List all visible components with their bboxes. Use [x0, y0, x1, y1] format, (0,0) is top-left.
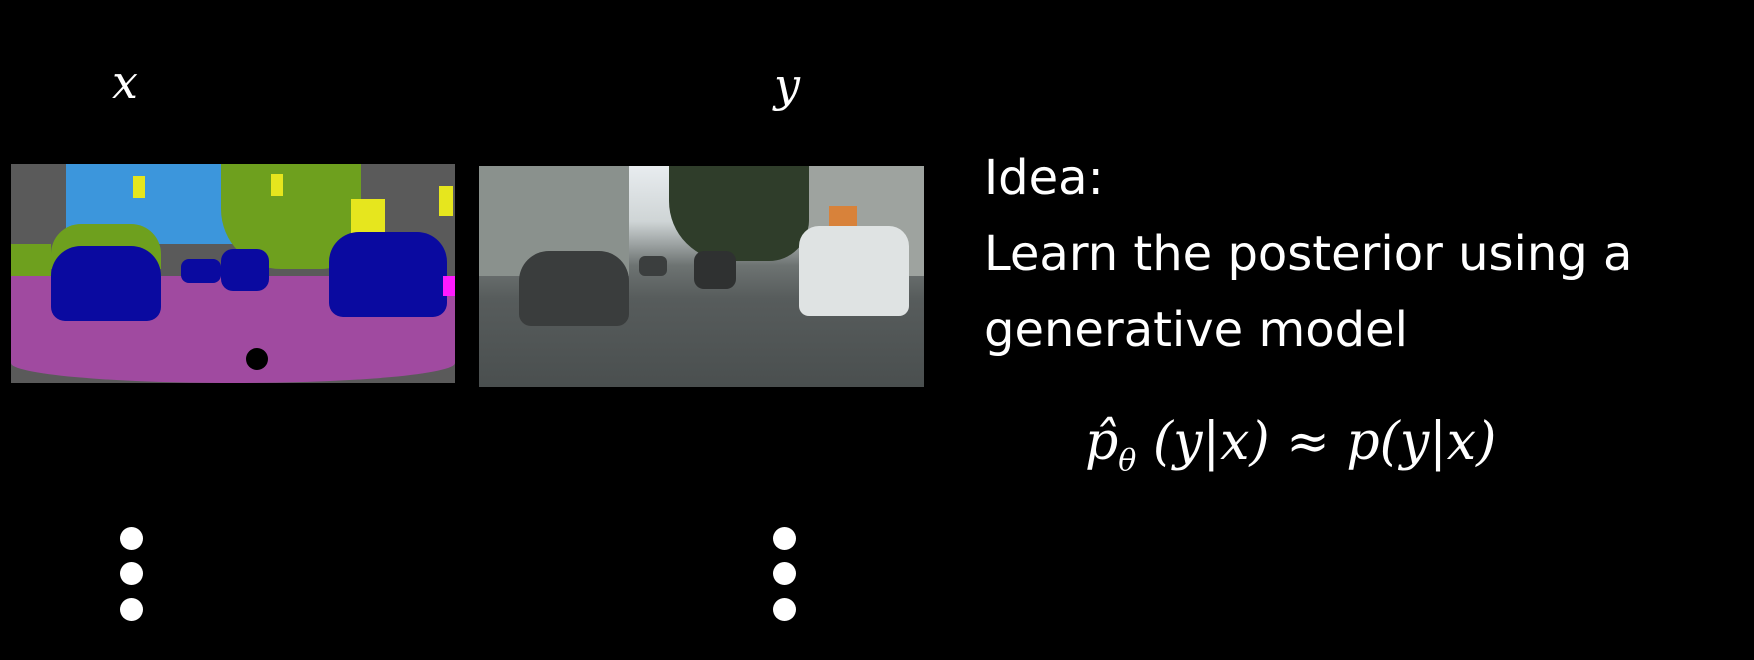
segmentation-map-image	[11, 164, 455, 383]
idea-heading: Idea:	[984, 150, 1104, 206]
street-scene-photo	[479, 166, 924, 387]
formula-lhs-args: (y|x)	[1136, 412, 1270, 472]
ellipsis-dot-icon	[120, 562, 143, 585]
x-label: x	[112, 55, 138, 109]
posterior-formula: p̂θ (y|x) ≈ p(y|x)	[1085, 412, 1496, 478]
idea-text: Idea: Learn the posterior using a genera…	[984, 140, 1632, 368]
idea-line: Learn the posterior using a	[984, 226, 1633, 282]
ellipsis-dot-icon	[773, 598, 796, 621]
ellipsis-dot-icon	[773, 527, 796, 550]
formula-lhs: p̂	[1085, 412, 1119, 472]
idea-line: generative model	[984, 302, 1408, 358]
ellipsis-dot-icon	[773, 562, 796, 585]
formula-rhs: p(y|x)	[1346, 412, 1497, 472]
formula-approx: ≈	[1269, 412, 1347, 472]
formula-subscript: θ	[1118, 443, 1137, 479]
y-label: y	[774, 58, 800, 112]
ellipsis-dot-icon	[120, 598, 143, 621]
ellipsis-dot-icon	[120, 527, 143, 550]
